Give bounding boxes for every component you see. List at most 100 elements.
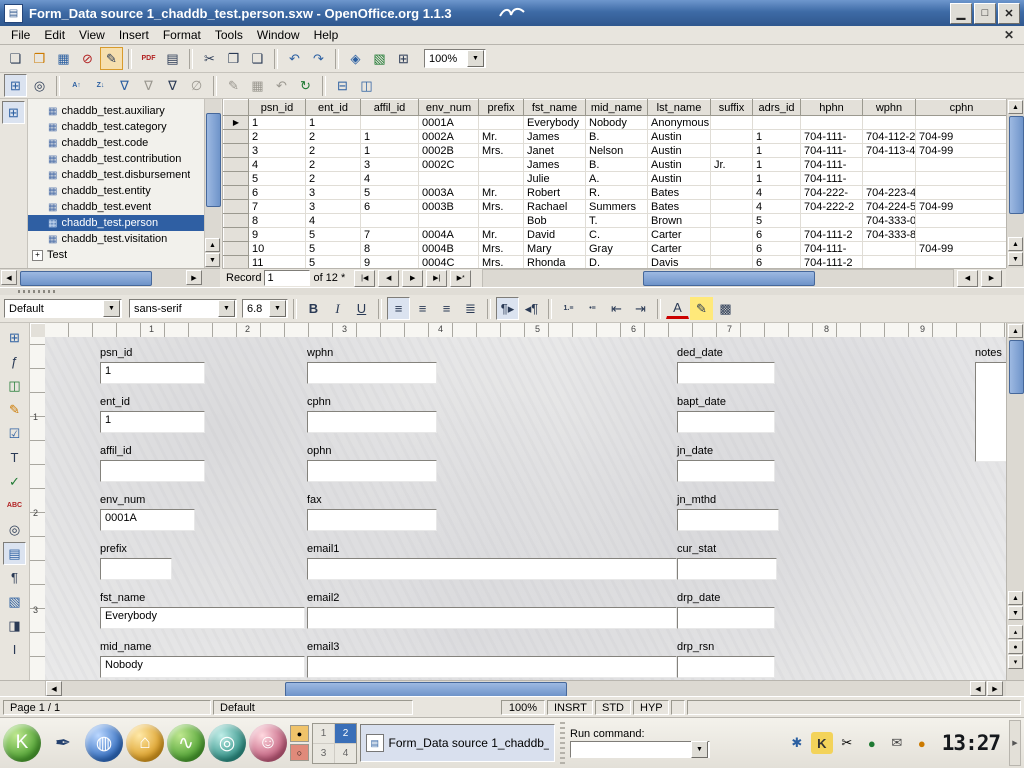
cell-prefix[interactable]: Mrs. <box>479 256 524 269</box>
cell-adrs_id[interactable]: 1 <box>753 172 801 186</box>
cell-cphn[interactable] <box>916 256 1008 269</box>
cell-env_num[interactable]: 0002A <box>419 130 479 144</box>
cell-wphn[interactable]: 704-223-4 <box>863 186 916 200</box>
stop-loading-button[interactable]: ⊘ <box>76 47 99 70</box>
column-header[interactable]: ent_id <box>306 100 361 116</box>
tree-item-visitation[interactable]: ▦chaddb_test.visitation <box>28 231 204 247</box>
cphn-input[interactable] <box>307 411 437 433</box>
shell-launcher-icon[interactable]: ⌂ <box>126 724 164 762</box>
cell-psn_id[interactable]: 10 <box>249 242 306 256</box>
splitter-handle[interactable] <box>18 290 58 293</box>
form-controls-button[interactable]: ☑ <box>3 422 26 445</box>
tree-item-entity[interactable]: ▦chaddb_test.entity <box>28 183 204 199</box>
prefix-input[interactable] <box>100 558 172 580</box>
paragraph-style-combo[interactable]: Default ▼ <box>4 299 122 318</box>
table-row[interactable]: 7 3 6 0003B Mrs. Rachael Summers Bates 4… <box>224 200 1008 214</box>
export-pdf-button[interactable]: PDF <box>137 47 160 70</box>
cell-ent_id[interactable]: 2 <box>306 144 361 158</box>
next-record-button[interactable]: ▶ <box>402 270 423 287</box>
cell-psn_id[interactable]: 3 <box>249 144 306 158</box>
scroll-up-icon[interactable]: ▲ <box>1008 324 1023 338</box>
font-size-combo[interactable]: 6.8 ▼ <box>242 299 288 318</box>
cell-lst_name[interactable]: Carter <box>648 228 711 242</box>
cell-prefix[interactable]: Mr. <box>479 130 524 144</box>
font-name-combo[interactable]: sans-serif ▼ <box>129 299 237 318</box>
pager-desktop-4[interactable]: 4 <box>335 744 356 763</box>
sort-ascending-button[interactable]: A↑ <box>65 74 88 97</box>
sort-descending-button[interactable]: Z↓ <box>89 74 112 97</box>
scroll-down-icon[interactable]: ▼ <box>1008 606 1023 620</box>
cell-cphn[interactable] <box>916 228 1008 242</box>
row-marker[interactable] <box>224 256 249 269</box>
column-header[interactable]: cphn <box>916 100 1008 116</box>
cell-env_num[interactable]: 0003B <box>419 200 479 214</box>
tree-item-contribution[interactable]: ▦chaddb_test.contribution <box>28 151 204 167</box>
cell-affil_id[interactable] <box>361 214 419 228</box>
data-to-text-button[interactable]: ⊟ <box>331 74 354 97</box>
cell-adrs_id[interactable]: 4 <box>753 200 801 214</box>
redo-button[interactable]: ↷ <box>307 47 330 70</box>
explorer-on-off-button[interactable]: ⊞ <box>2 101 25 124</box>
scroll-left-icon[interactable]: ◀ <box>970 681 986 696</box>
fax-input[interactable] <box>307 509 437 531</box>
drp_date-input[interactable] <box>677 607 775 629</box>
cell-wphn[interactable]: 704-113-4 <box>863 144 916 158</box>
scroll-right-icon[interactable]: ▶ <box>186 270 202 285</box>
cell-affil_id[interactable]: 1 <box>361 144 419 158</box>
cell-prefix[interactable]: Mrs. <box>479 200 524 214</box>
cell-fst_name[interactable]: Robert <box>524 186 586 200</box>
document-page[interactable]: psn_id 1 ent_id 1 affil_id env_num 0001A… <box>45 337 1006 680</box>
cell-ent_id[interactable]: 2 <box>306 130 361 144</box>
cell-cphn[interactable] <box>916 214 1008 228</box>
tray-organizer-icon[interactable]: K <box>811 732 833 754</box>
ophn-input[interactable] <box>307 460 437 482</box>
paste-button[interactable]: ❑ <box>246 47 269 70</box>
column-header[interactable]: lst_name <box>648 100 711 116</box>
cell-psn_id[interactable]: 1 <box>249 116 306 130</box>
cell-mid_name[interactable]: R. <box>586 186 648 200</box>
cell-env_num[interactable]: 0001A <box>419 116 479 130</box>
column-header[interactable]: psn_id <box>249 100 306 116</box>
insert-button[interactable]: ⊞ <box>3 326 26 349</box>
ded_date-input[interactable] <box>677 362 775 384</box>
first-record-button[interactable]: |◀ <box>354 270 375 287</box>
chevron-down-icon[interactable]: ▼ <box>691 741 708 758</box>
menu-file[interactable]: File <box>4 27 37 43</box>
cell-cphn[interactable] <box>916 186 1008 200</box>
cell-prefix[interactable]: Mrs. <box>479 242 524 256</box>
cell-cphn[interactable] <box>916 116 1008 130</box>
cell-cphn[interactable]: 704-99 <box>916 144 1008 158</box>
column-header[interactable]: wphn <box>863 100 916 116</box>
standard-filter-button[interactable]: ∇ <box>161 74 184 97</box>
cell-mid_name[interactable]: Gray <box>586 242 648 256</box>
insert-objects-button[interactable]: ◫ <box>3 374 26 397</box>
row-marker[interactable] <box>224 158 249 172</box>
cell-cphn[interactable]: 704-99 <box>916 242 1008 256</box>
cell-mid_name[interactable]: Nelson <box>586 144 648 158</box>
row-marker[interactable] <box>224 242 249 256</box>
scrollbar-thumb[interactable] <box>20 271 152 286</box>
tree-horizontal-scrollbar[interactable]: ◀ ▶ <box>0 268 220 288</box>
cell-prefix[interactable] <box>479 172 524 186</box>
cell-hphn[interactable]: 704-111-2 <box>801 228 863 242</box>
decrease-indent-button[interactable]: ⇤ <box>605 297 628 320</box>
cell-fst_name[interactable]: Rachael <box>524 200 586 214</box>
scroll-up-icon[interactable]: ▲ <box>205 238 220 252</box>
tree-item-category[interactable]: ▦chaddb_test.category <box>28 119 204 135</box>
maximize-button[interactable]: □ <box>974 3 996 24</box>
applet-handle[interactable] <box>560 722 565 764</box>
table-row[interactable]: 11 5 9 0004C Mrs. Rhonda D. Davis 6 704-… <box>224 256 1008 269</box>
data-to-fields-button[interactable]: ◫ <box>355 74 378 97</box>
data-sources-toggle-button[interactable]: ▤ <box>3 542 26 565</box>
cell-ent_id[interactable]: 5 <box>306 256 361 269</box>
align-left-button[interactable]: ≡ <box>387 297 410 320</box>
print-button[interactable]: ▤ <box>161 47 184 70</box>
menu-window[interactable]: Window <box>250 27 307 43</box>
save-record-button[interactable]: ▦ <box>246 74 269 97</box>
cell-suffix[interactable] <box>711 172 753 186</box>
cell-ent_id[interactable]: 2 <box>306 172 361 186</box>
web-launcher-icon[interactable]: ◎ <box>208 724 246 762</box>
grid-horizontal-scrollbar[interactable] <box>482 269 954 288</box>
open-button[interactable]: ❒ <box>28 47 51 70</box>
cell-suffix[interactable] <box>711 256 753 269</box>
